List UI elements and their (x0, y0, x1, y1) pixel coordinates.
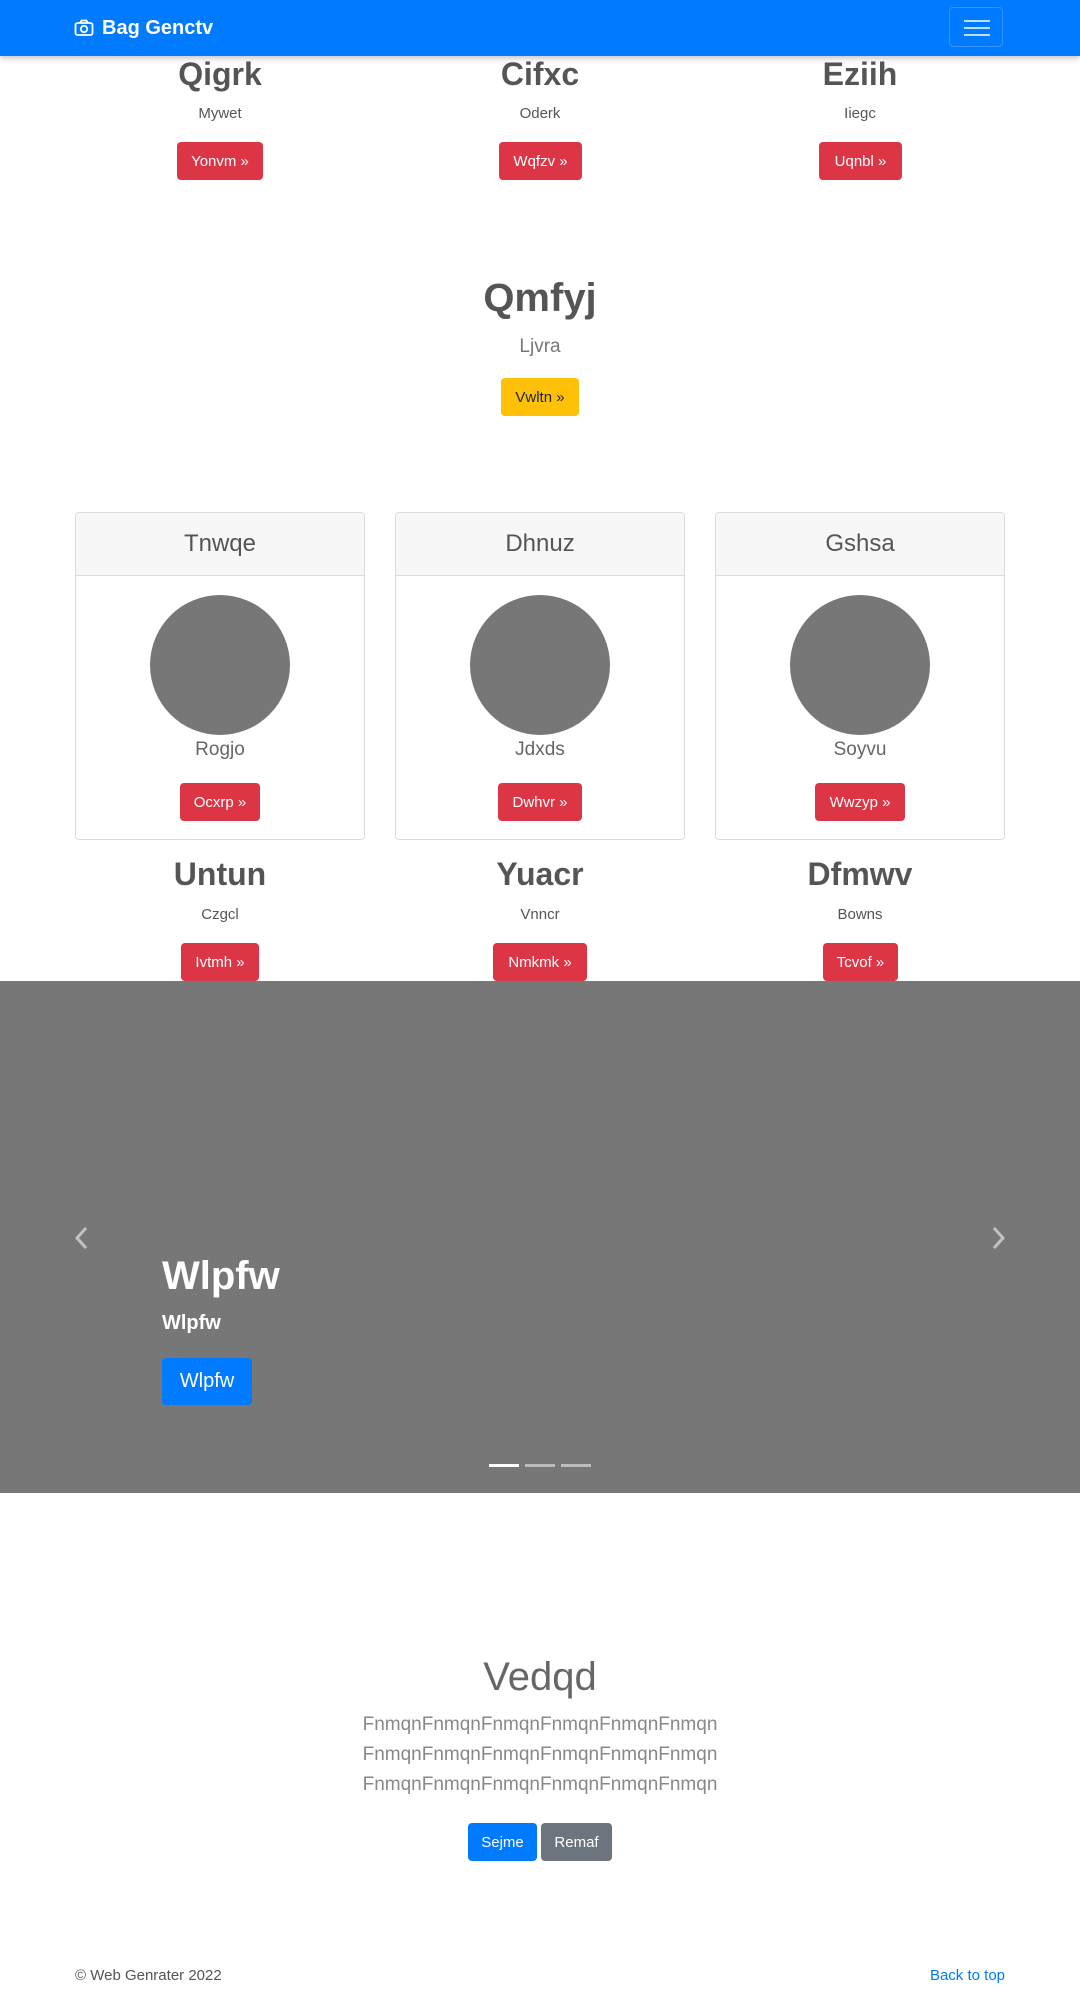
card-text: Rogjo (195, 739, 245, 760)
carousel-next-icon[interactable] (988, 1226, 1008, 1250)
hamburger-icon (964, 27, 990, 29)
jumbotron-line: FnmqnFnmqnFnmqnFnmqnFnmqnFnmqn (362, 1744, 718, 1765)
column-subtitle: Bowns (837, 906, 883, 923)
profile-card: Tnwqe Rogjo Ocxrp » (75, 512, 365, 840)
carousel-indicator[interactable] (561, 1464, 591, 1467)
column-button[interactable]: Tcvof » (823, 943, 898, 981)
carousel (0, 981, 1080, 1493)
footer-copyright: © Web Genrater 2022 (75, 1967, 222, 1984)
hamburger-icon (964, 20, 990, 22)
column-subtitle: Iiegc (844, 105, 876, 122)
brand-link[interactable]: Bag Genctv (74, 14, 213, 42)
column-title: Dfmwv (807, 856, 913, 892)
card-button[interactable]: Dwhvr » (498, 783, 582, 821)
column-button[interactable]: Ivtmh » (181, 943, 259, 981)
column-subtitle: Vnncr (520, 906, 560, 923)
column-title: Eziih (822, 56, 898, 92)
column-subtitle: Oderk (519, 105, 561, 122)
column-subtitle: Czgcl (201, 906, 239, 923)
feature-button[interactable]: Vwltn » (501, 378, 579, 416)
carousel-subtitle: Wlpfw (162, 1312, 221, 1334)
profile-card: Gshsa Soyvu Wwzyp » (715, 512, 1005, 840)
feature-title: Qmfyj (483, 276, 597, 320)
column-button[interactable]: Nmkmk » (493, 943, 587, 981)
secondary-button[interactable]: Remaf (541, 1823, 612, 1861)
jumbotron-line: FnmqnFnmqnFnmqnFnmqnFnmqnFnmqn (362, 1714, 718, 1735)
column-subtitle: Mywet (198, 105, 242, 122)
brand-text: Bag Genctv (102, 16, 214, 39)
carousel-title: Wlpfw (162, 1254, 280, 1298)
jumbotron-title: Vedqd (483, 1655, 597, 1699)
navbar: Bag Genctv (0, 0, 1080, 56)
back-to-top-link[interactable]: Back to top (930, 1967, 1005, 1984)
carousel-button[interactable]: Wlpfw (162, 1358, 252, 1405)
feature-subtitle: Ljvra (519, 336, 561, 357)
avatar (790, 595, 930, 735)
carousel-prev-icon[interactable] (72, 1226, 92, 1250)
primary-button[interactable]: Sejme (468, 1823, 537, 1861)
avatar (150, 595, 290, 735)
column-button[interactable]: Uqnbl » (819, 142, 902, 180)
card-text: Soyvu (833, 739, 887, 760)
profile-card: Dhnuz Jdxds Dwhvr » (395, 512, 685, 840)
navbar-toggler-button[interactable] (949, 7, 1003, 47)
card-button[interactable]: Ocxrp » (180, 783, 260, 821)
card-button[interactable]: Wwzyp » (815, 783, 905, 821)
column-button[interactable]: Yonvm » (177, 142, 263, 180)
jumbotron-line: FnmqnFnmqnFnmqnFnmqnFnmqnFnmqn (362, 1774, 718, 1795)
card-header: Tnwqe (76, 513, 364, 576)
card-text: Jdxds (515, 739, 565, 760)
card-header: Gshsa (716, 513, 1004, 576)
column-title: Yuacr (496, 856, 584, 892)
card-header: Dhnuz (396, 513, 684, 576)
column-title: Qigrk (178, 56, 262, 92)
column-title: Untun (173, 856, 267, 892)
carousel-indicator[interactable] (525, 1464, 555, 1467)
avatar (470, 595, 610, 735)
camera-icon (74, 19, 94, 36)
column-button[interactable]: Wqfzv » (499, 142, 582, 180)
column-title: Cifxc (500, 56, 580, 92)
hamburger-icon (964, 34, 990, 36)
carousel-indicator-active[interactable] (489, 1464, 519, 1467)
